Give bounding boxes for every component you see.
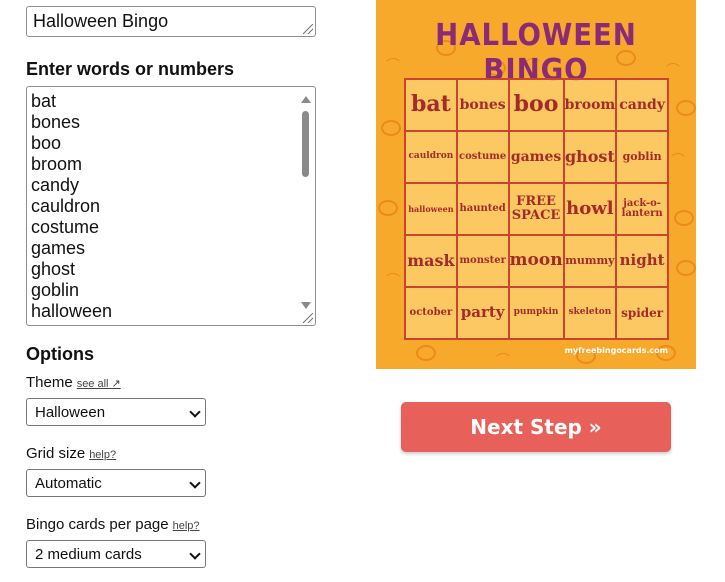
words-list: bat bones boo broom candy cauldron costume game… xyxy=(31,91,112,322)
bingo-cell: night xyxy=(616,235,668,287)
word-item: broom xyxy=(31,154,83,174)
bingo-cell: october xyxy=(405,287,457,339)
bingo-cell: bat xyxy=(405,79,457,131)
bingo-cell: games xyxy=(508,131,564,183)
bat-icon: ⌒ xyxy=(386,272,400,288)
bingo-cell: skeleton xyxy=(563,287,617,339)
cards-per-page-label-text: Bingo cards per page xyxy=(26,516,169,533)
word-item: halloween xyxy=(31,301,113,321)
bingo-cell: broom xyxy=(563,79,617,131)
resize-handle-icon[interactable] xyxy=(303,24,313,34)
word-item: candy xyxy=(31,175,80,195)
word-item: costume xyxy=(31,217,100,237)
words-textarea[interactable]: bat bones boo broom candy cauldron costume game… xyxy=(26,86,316,326)
words-scrollbar[interactable] xyxy=(299,89,313,309)
cards-per-page-help-link[interactable]: help? xyxy=(173,520,200,532)
pumpkin-icon xyxy=(674,210,694,226)
bingo-cell: mask xyxy=(405,235,457,287)
bingo-grid: bat bones boo broom candy cauldron costume game… xyxy=(404,78,669,340)
watermark: myfreebingocards.com xyxy=(564,346,668,355)
theme-select[interactable]: Halloween xyxy=(26,398,206,426)
theme-select-value: Halloween xyxy=(35,404,106,421)
bingo-cell: goblin xyxy=(616,131,668,183)
card-title-input[interactable] xyxy=(26,6,316,37)
word-item: games xyxy=(31,238,86,258)
bingo-cell: mummy xyxy=(563,235,617,287)
cards-per-page-select[interactable]: 2 medium cards xyxy=(26,540,206,568)
resize-handle-icon[interactable] xyxy=(303,313,313,323)
bingo-card-preview: ⌒ ⌒ ⌒ ⌒ ⌒ ⌒ HALLOWEEN BINGO bat bones boo broom c… xyxy=(376,0,696,369)
theme-see-all-link[interactable]: see all ↗ xyxy=(77,378,121,390)
cards-per-page-select-value: 2 medium cards xyxy=(35,546,142,563)
pumpkin-icon xyxy=(676,260,696,276)
theme-label-text: Theme xyxy=(26,374,73,391)
bingo-cell: FREE SPACE xyxy=(508,183,564,235)
chevron-down-icon xyxy=(189,548,201,560)
bat-icon: ⌒ xyxy=(671,152,685,168)
word-item: bones xyxy=(31,112,81,132)
next-step-button[interactable]: Next Step » xyxy=(401,402,671,452)
scroll-thumb[interactable] xyxy=(302,111,309,177)
pumpkin-icon xyxy=(676,100,696,116)
chevron-down-icon xyxy=(189,477,201,489)
cards-per-page-label: Bingo cards per page help? xyxy=(26,516,200,533)
bat-icon: ⌒ xyxy=(496,352,510,368)
pumpkin-icon xyxy=(378,200,398,216)
word-item: goblin xyxy=(31,280,80,300)
bingo-cell: spider xyxy=(616,287,668,339)
word-item: cauldron xyxy=(31,196,101,216)
bingo-cell: monster xyxy=(456,235,509,287)
bingo-cell: costume xyxy=(456,131,509,183)
chevron-down-icon xyxy=(189,406,201,418)
bingo-cell: party xyxy=(456,287,509,339)
bingo-cell: boo xyxy=(508,79,564,131)
options-heading: Options xyxy=(26,344,94,364)
word-item: bat xyxy=(31,91,57,111)
grid-size-label: Grid size help? xyxy=(26,445,116,462)
bingo-cell: moon xyxy=(508,235,564,287)
bingo-cell: pumpkin xyxy=(508,287,564,339)
pumpkin-icon xyxy=(416,345,436,361)
theme-label: Theme see all ↗ xyxy=(26,374,121,391)
word-item: ghost xyxy=(31,259,76,279)
bingo-cell: howl xyxy=(563,183,617,235)
bingo-cell: ghost xyxy=(563,131,617,183)
words-heading: Enter words or numbers xyxy=(26,59,235,79)
bingo-cell: cauldron xyxy=(405,131,457,183)
scroll-up-icon[interactable] xyxy=(301,96,311,103)
pumpkin-icon xyxy=(381,120,401,136)
scroll-down-icon[interactable] xyxy=(301,302,311,309)
grid-size-help-link[interactable]: help? xyxy=(89,449,116,461)
bingo-cell: jack-o-lantern xyxy=(616,183,668,235)
bingo-cell: candy xyxy=(616,79,668,131)
grid-size-label-text: Grid size xyxy=(26,445,86,462)
grid-size-select[interactable]: Automatic xyxy=(26,469,206,497)
bingo-cell: halloween xyxy=(405,183,457,235)
grid-size-select-value: Automatic xyxy=(35,475,102,492)
bingo-cell: haunted xyxy=(456,183,509,235)
bingo-cell: bones xyxy=(456,79,509,131)
word-item: boo xyxy=(31,133,62,153)
